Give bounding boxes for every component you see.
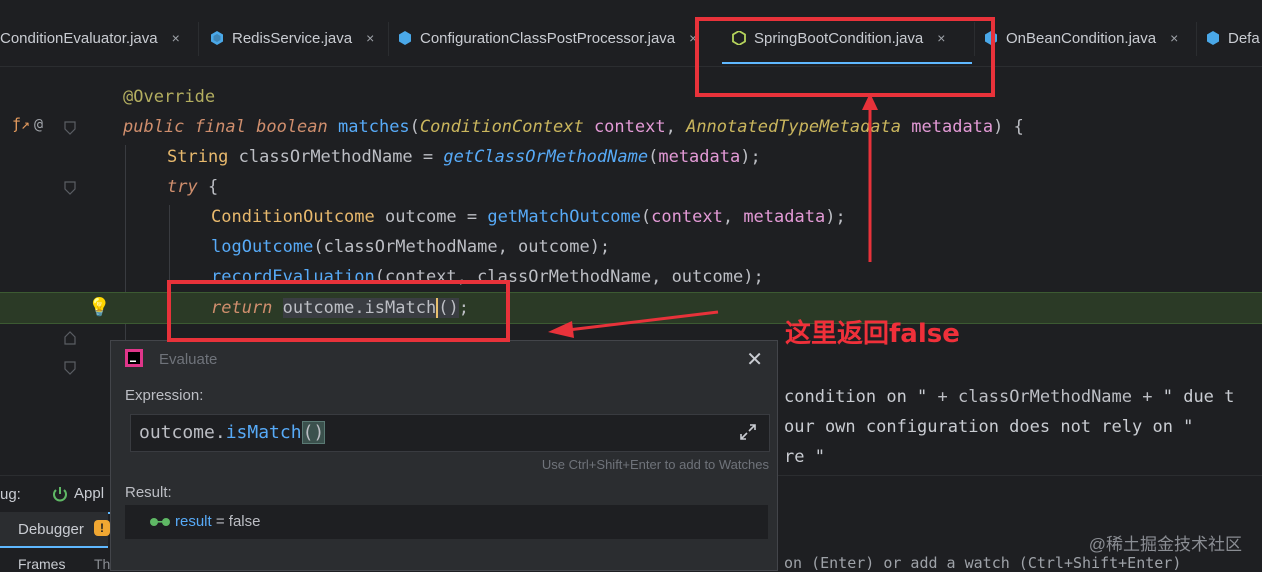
arrow-left-to-return bbox=[548, 310, 719, 338]
arrow-up-to-tab bbox=[862, 93, 878, 262]
annotation-arrows bbox=[548, 93, 878, 338]
annotation-note: 这里返回false bbox=[785, 319, 960, 349]
watermark: @稀土掘金技术社区 bbox=[1088, 535, 1242, 554]
